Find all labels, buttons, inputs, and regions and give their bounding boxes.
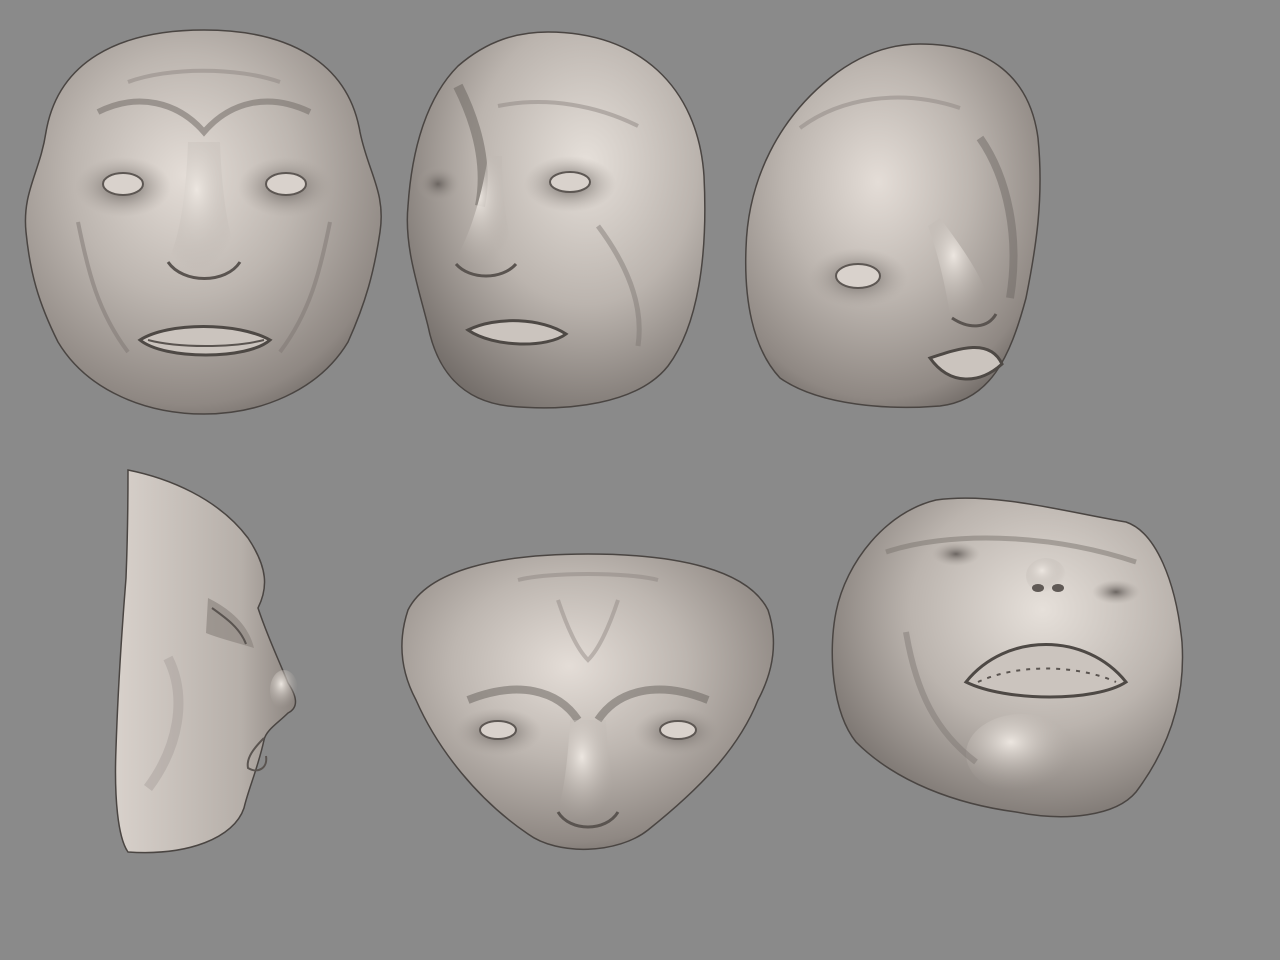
head-surface <box>114 469 297 854</box>
head-three-quarter-view <box>398 26 712 414</box>
head-surface <box>406 31 706 409</box>
head-bottom-view <box>826 492 1186 822</box>
head-tilted-view <box>740 38 1048 410</box>
head-profile-view <box>108 468 308 860</box>
head-top-view <box>398 550 778 862</box>
head-front-view <box>18 22 390 417</box>
render-viewport <box>0 0 1280 960</box>
